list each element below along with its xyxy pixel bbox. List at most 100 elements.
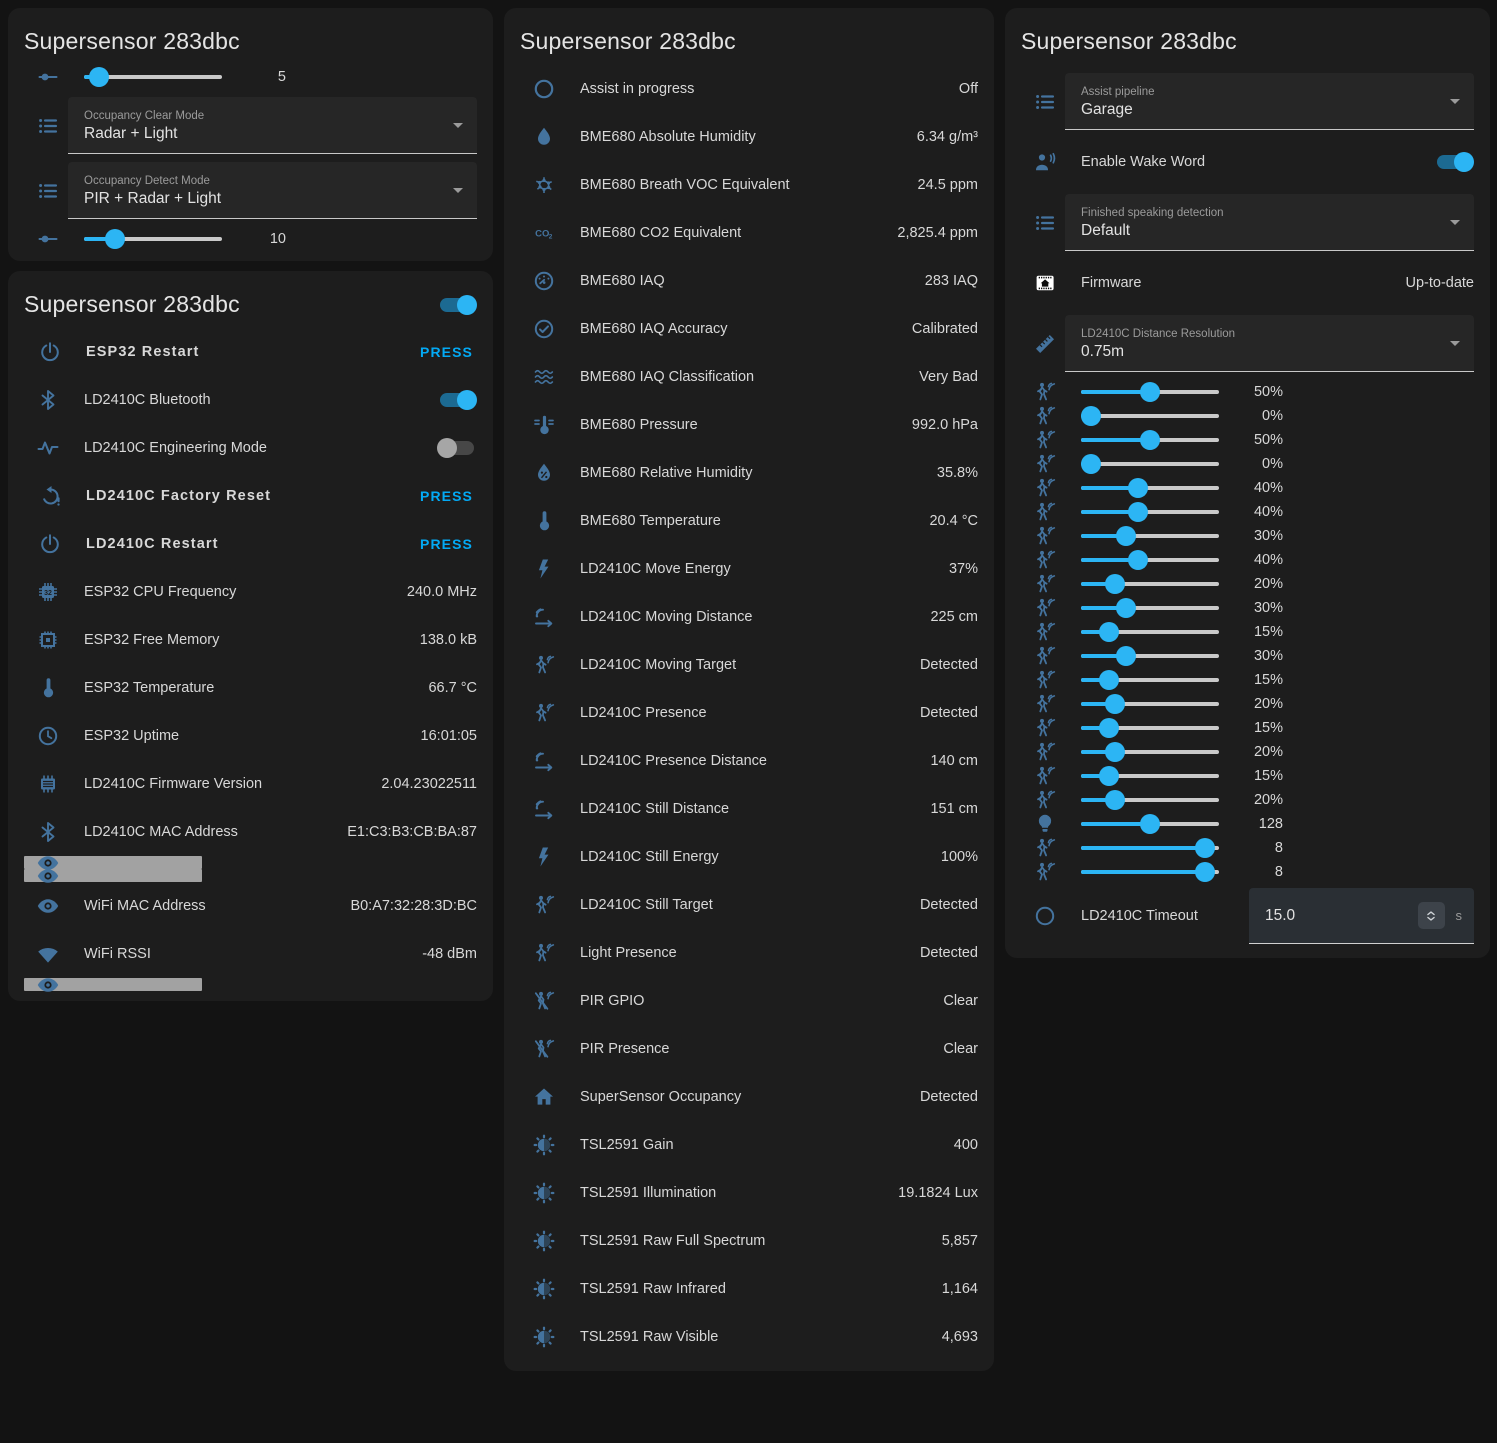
slider-ld2410c-gate8-still-thres[interactable] <box>1081 788 1219 812</box>
row-label: BME680 Absolute Humidity <box>580 129 917 145</box>
row-label: TSL2591 Raw Full Spectrum <box>580 1233 942 1249</box>
row-value: Detected <box>920 897 978 913</box>
flash-icon <box>532 845 556 869</box>
row-value: 66.7 °C <box>428 680 477 696</box>
slider-ld2410c-max-move-dista[interactable] <box>1081 836 1219 860</box>
slider-ld2410c-gate8-move-thr[interactable] <box>1081 764 1219 788</box>
motion-sensor-icon <box>1033 644 1057 668</box>
slider-pir-hold-time[interactable] <box>84 227 222 251</box>
wifi-icon <box>36 942 60 966</box>
row-label: TSL2591 Illumination <box>580 1185 898 1201</box>
row-wifi-ip-address: WiFi IP Address <box>24 869 142 882</box>
toggle-ld2410c-engineering-mode[interactable] <box>437 438 477 458</box>
stepper-icon[interactable] <box>1418 902 1445 929</box>
brightness-icon <box>532 1277 556 1301</box>
row-pir-hold-time: PIR Hold Time10 <box>24 227 162 251</box>
row-ld2410c-gate4-move-thr: LD2410C Gate4 Move Thr...20% <box>1021 572 1159 596</box>
account-voice-icon <box>1033 150 1057 174</box>
row-value: 20% <box>1235 744 1283 760</box>
row-label: LD2410C Still Distance <box>580 801 930 817</box>
chevron-down-icon <box>1450 220 1460 225</box>
slider-ld2410c-gate7-still-thres[interactable] <box>1081 740 1219 764</box>
toggle-enable-wake-word[interactable] <box>1434 152 1474 172</box>
tune-icon <box>36 65 60 89</box>
co2-icon: CO2 <box>532 221 556 245</box>
slider-ld2410c-gate4-move-thr[interactable] <box>1081 572 1219 596</box>
slider-ld2410c-gate4-still-thres[interactable] <box>1081 596 1219 620</box>
slider-ld2410c-gate6-still-thres[interactable] <box>1081 692 1219 716</box>
slider-ld2410c-gate7-move-thr[interactable] <box>1081 716 1219 740</box>
row-esp32-cpu-frequency: 32ESP32 CPU Frequency240.0 MHz <box>24 568 477 616</box>
slider-ld2410c-gate1-still-thres[interactable] <box>1081 452 1219 476</box>
select-field-finished-speaking-detection[interactable]: Finished speaking detectionDefault <box>1065 194 1474 251</box>
motion-sensor-icon <box>532 701 556 725</box>
signal-distance-icon <box>532 797 556 821</box>
motion-sensor-icon <box>532 893 556 917</box>
toggle-ld2410c-bluetooth[interactable] <box>437 390 477 410</box>
row-ld2410c-bluetooth: LD2410C Bluetooth <box>24 376 477 424</box>
motion-sensor-icon <box>1033 476 1057 500</box>
row-label: Assist in progress <box>580 81 959 97</box>
slider-ld2410c-gate2-move-thr[interactable] <box>1081 476 1219 500</box>
press-button-ld2410c-restart[interactable]: PRESS <box>418 530 475 558</box>
row-tsl2591-gain: TSL2591 Gain400 <box>520 1121 978 1169</box>
card-header-toggle[interactable] <box>437 295 477 315</box>
power-icon <box>38 532 62 556</box>
motion-sensor-icon <box>1033 596 1057 620</box>
row-value: B0:A7:32:28:3D:BC <box>350 898 477 914</box>
card-header: Supersensor 283dbc <box>24 273 477 328</box>
slider-ld2410c-max-still-distanc[interactable] <box>1081 860 1219 884</box>
slider-ld2410c-gate0-still-thres[interactable] <box>1081 404 1219 428</box>
slider-ld2410c-gate0-move-thr[interactable] <box>1081 380 1219 404</box>
motion-sensor-icon <box>1033 764 1057 788</box>
row-label: LD2410C Moving Distance <box>580 609 930 625</box>
slider-light-presence-threshold[interactable] <box>84 65 222 89</box>
water-icon <box>532 125 556 149</box>
slider-ld2410c-gate3-still-thres[interactable] <box>1081 548 1219 572</box>
row-label: BME680 IAQ Classification <box>580 369 919 385</box>
redacted-value <box>84 978 202 991</box>
row-light-presence-threshold: Light Presence Threshold5 <box>24 65 162 89</box>
number-input-ld2410c-timeout[interactable]: 15.0s <box>1249 888 1474 944</box>
row-bme680-iaq-accuracy: BME680 IAQ AccuracyCalibrated <box>520 305 978 353</box>
select-field-assist-pipeline[interactable]: Assist pipelineGarage <box>1065 73 1474 130</box>
motion-sensor-icon <box>1033 692 1057 716</box>
row-value: Very Bad <box>919 369 978 385</box>
row-value: 8 <box>1235 840 1283 856</box>
press-button-esp32-restart[interactable]: PRESS <box>418 338 475 366</box>
row-value: 283 IAQ <box>925 273 978 289</box>
select-field-ld2410c-distance-resolution[interactable]: LD2410C Distance Resolution0.75m <box>1065 315 1474 372</box>
row-value: 15% <box>1235 768 1283 784</box>
row-finished-speaking-detection: Finished speaking detectionDefault <box>1021 194 1474 251</box>
row-light-presence: Light PresenceDetected <box>520 929 978 977</box>
row-label: Firmware <box>1081 275 1405 291</box>
row-ld2410c-restart: LD2410C RestartPRESS <box>24 520 477 568</box>
slider-ld2410c-gate5-move-thr[interactable] <box>1081 620 1219 644</box>
row-label: LD2410C Presence Distance <box>580 753 930 769</box>
row-ld2410c-presence: LD2410C PresenceDetected <box>520 689 978 737</box>
row-label: ESP32 Temperature <box>84 680 428 696</box>
list-icon <box>36 179 60 203</box>
row-value: 151 cm <box>930 801 978 817</box>
row-label: LD2410C Presence <box>580 705 920 721</box>
row-value: 400 <box>954 1137 978 1153</box>
row-value: 138.0 kB <box>420 632 477 648</box>
select-field-occupancy-detect-mode[interactable]: Occupancy Detect ModePIR + Radar + Light <box>68 162 477 219</box>
slider-ld2410c-gate1-move-thr[interactable] <box>1081 428 1219 452</box>
row-firmware: FirmwareUp-to-date <box>1021 259 1474 307</box>
slider-ld2410c-gate5-still-thres[interactable] <box>1081 644 1219 668</box>
row-ld2410c-still-target: LD2410C Still TargetDetected <box>520 881 978 929</box>
press-button-ld2410c-factory-reset[interactable]: PRESS <box>418 482 475 510</box>
memory-icon <box>36 628 60 652</box>
card-sensors: Supersensor 283dbc Assist in progressOff… <box>504 8 994 1371</box>
slider-ld2410c-gate2-still-thres[interactable] <box>1081 500 1219 524</box>
row-value: 24.5 ppm <box>918 177 978 193</box>
slider-ld2410c-gate6-move-thr[interactable] <box>1081 668 1219 692</box>
row-value: 992.0 hPa <box>912 417 978 433</box>
slider-ld2410c-gate3-move-thr[interactable] <box>1081 524 1219 548</box>
brightness-icon <box>532 1181 556 1205</box>
chevron-down-icon <box>453 188 463 193</box>
slider-ld2410c-light-threshold[interactable] <box>1081 812 1219 836</box>
chevron-down-icon <box>453 123 463 128</box>
select-field-occupancy-clear-mode[interactable]: Occupancy Clear ModeRadar + Light <box>68 97 477 154</box>
